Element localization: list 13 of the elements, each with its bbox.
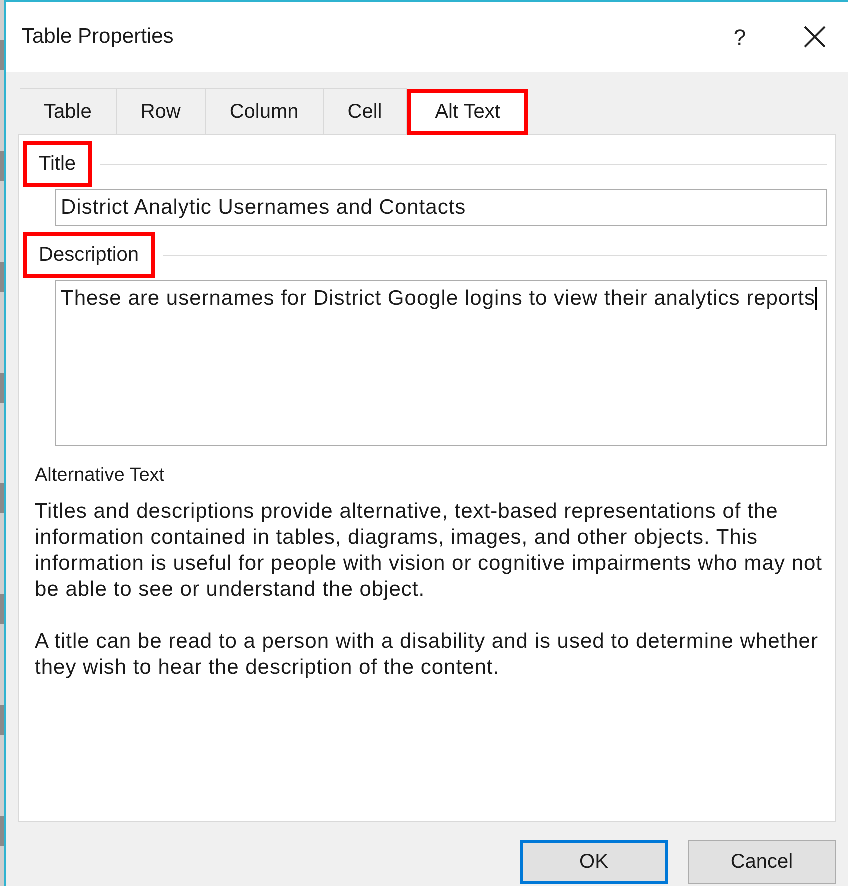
title-field[interactable]: District Analytic Usernames and Contacts xyxy=(55,189,827,226)
description-field[interactable]: These are usernames for District Google logins to view their analytics reports xyxy=(55,280,827,446)
title-label: Title xyxy=(23,141,92,187)
help-paragraph: A title can be read to a person with a disability and is used to determine whether they wish to hear the description of the content. xyxy=(35,628,820,680)
help-paragraph: Titles and descriptions provide alternative, text-based representations of the information contained in tables, diagrams, images, and other objects. This information is useful for people with vision or cognitive impairments who may not be able to see or understand the object. xyxy=(35,498,824,602)
close-icon xyxy=(803,25,827,49)
help-button[interactable]: ? xyxy=(720,20,760,54)
description-label: Description xyxy=(23,232,156,278)
window-title: Table Properties xyxy=(22,24,175,50)
help-heading: Alternative Text xyxy=(35,464,166,488)
dialog-button[interactable]: Cancel xyxy=(688,840,836,884)
tab[interactable]: Alt Text xyxy=(407,89,528,135)
dialog-button[interactable]: OK xyxy=(520,840,668,884)
